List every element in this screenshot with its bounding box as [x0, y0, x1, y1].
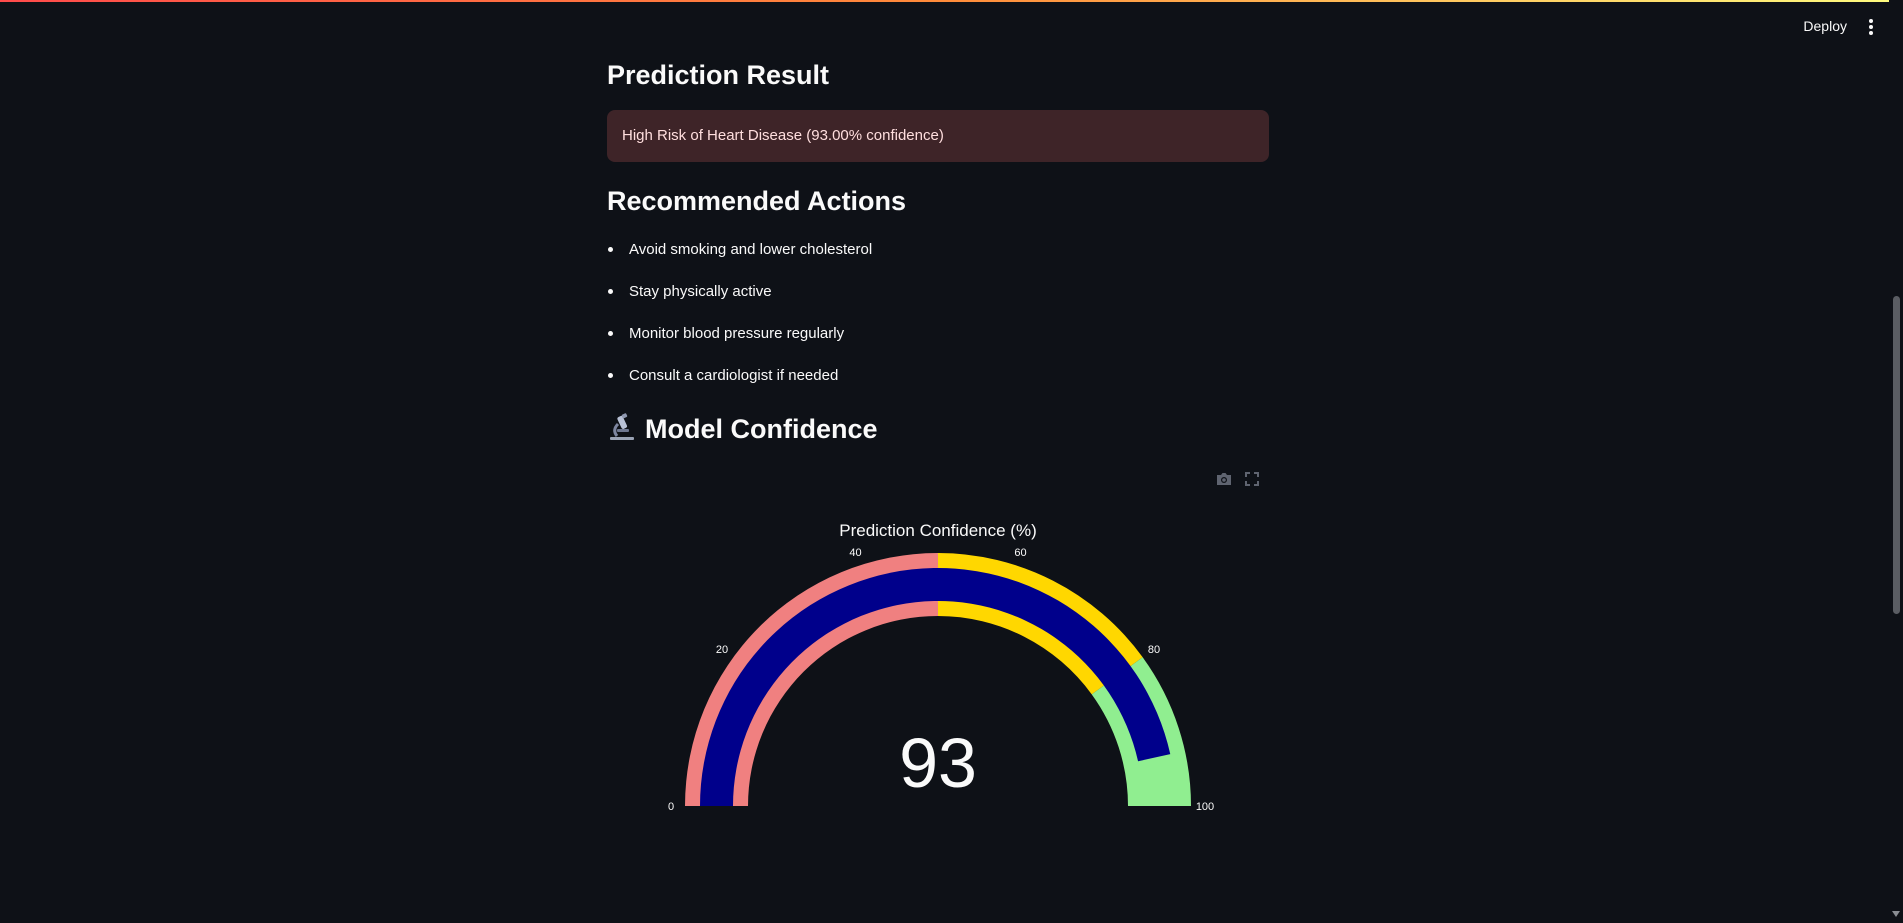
- dot-2: [1869, 25, 1873, 29]
- dot-3: [1869, 31, 1873, 35]
- gauge-tick-label: 20: [716, 644, 728, 656]
- gauge-tick-label: 0: [668, 801, 674, 813]
- gauge-tick-label: 100: [1196, 801, 1214, 813]
- microscope-icon: [610, 413, 634, 440]
- app-header: Deploy: [0, 2, 1903, 52]
- actions-list: Avoid smoking and lower cholesterol Stay…: [607, 236, 872, 404]
- gauge-tick-label: 80: [1148, 644, 1160, 656]
- model-confidence-label: Model Confidence: [645, 414, 878, 444]
- dot-1: [1869, 19, 1873, 23]
- chart-title: Prediction Confidence (%): [839, 521, 1036, 540]
- scrollbar-thumb[interactable]: [1893, 296, 1900, 614]
- recommended-actions-heading: Recommended Actions: [607, 186, 907, 216]
- risk-alert: High Risk of Heart Disease (93.00% confi…: [607, 110, 1269, 162]
- list-item: Consult a cardiologist if needed: [607, 362, 872, 404]
- fullscreen-icon[interactable]: [1243, 470, 1261, 488]
- prediction-result-heading: Prediction Result: [607, 60, 830, 90]
- page-scrollbar[interactable]: [1889, 0, 1903, 923]
- model-confidence-heading: Model Confidence: [607, 412, 878, 445]
- gauge-svg: Prediction Confidence (%) 0 20 40 60 80 100 9…: [668, 521, 1214, 813]
- chart-modebar: [607, 470, 1269, 490]
- gauge-chart: Prediction Confidence (%) 0 20 40 60 80 100 9…: [607, 500, 1269, 830]
- gauge-tick-label: 40: [849, 547, 861, 559]
- list-item: Avoid smoking and lower cholesterol: [607, 236, 872, 278]
- list-item: Monitor blood pressure regularly: [607, 320, 872, 362]
- main-menu-button[interactable]: [1861, 16, 1879, 38]
- camera-icon[interactable]: [1215, 470, 1233, 488]
- scroll-down-arrow[interactable]: [1892, 911, 1900, 917]
- gauge-value: 93: [899, 724, 977, 802]
- list-item: Stay physically active: [607, 278, 872, 320]
- deploy-button[interactable]: Deploy: [1797, 16, 1853, 36]
- gauge-tick-label: 60: [1014, 547, 1026, 559]
